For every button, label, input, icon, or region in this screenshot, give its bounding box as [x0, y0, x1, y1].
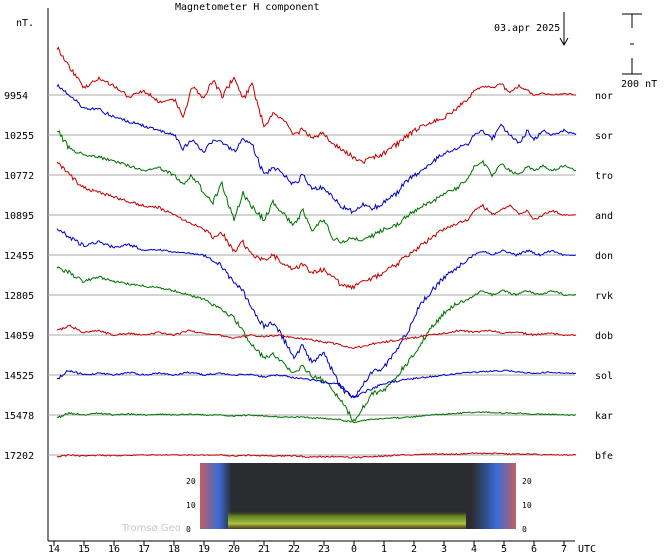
x-tick-label: 7 — [561, 544, 567, 555]
keogram-left-tick: 20 — [186, 477, 196, 486]
trace-dob — [56, 324, 577, 350]
x-tick-label: 20 — [228, 544, 240, 555]
scale-bar-label: 200 nT — [621, 79, 657, 90]
x-tick-label: 21 — [258, 544, 270, 555]
trace-nor — [56, 46, 576, 165]
x-tick-label: 19 — [198, 544, 210, 555]
baseline-value-and: 10895 — [4, 211, 34, 222]
station-label-sol: sol — [595, 371, 613, 382]
trace-sol — [56, 369, 577, 399]
baseline-value-dob: 14059 — [4, 331, 34, 342]
chart-title: Magnetometer H component — [175, 2, 320, 13]
x-tick-label: 14 — [48, 544, 60, 555]
x-tick-label: 0 — [351, 544, 357, 555]
scale-bar — [622, 13, 642, 75]
keogram-aurora-band — [228, 463, 466, 529]
station-label-nor: nor — [595, 91, 613, 102]
station-label-and: and — [595, 211, 613, 222]
keogram-left-tick: 0 — [186, 525, 191, 534]
x-tick-label: 23 — [318, 544, 330, 555]
current-time-arrow — [559, 12, 569, 47]
keogram-right-tick: 10 — [522, 501, 532, 510]
baseline-value-don: 12455 — [4, 251, 34, 262]
station-label-kar: kar — [595, 411, 613, 422]
baseline-value-nor: 9954 — [4, 91, 28, 102]
date-label: 03.apr 2025 — [494, 23, 560, 34]
trace-sor — [56, 83, 577, 215]
baseline-values: 9954 10255 10772 10895 12455 12805 14059 14525 1… — [4, 91, 34, 462]
baseline-value-tro: 10772 — [4, 171, 34, 182]
trace-tro — [56, 130, 577, 244]
keogram-left-tick: 10 — [186, 501, 196, 510]
x-tick-label: 6 — [531, 544, 537, 555]
keogram-inset: 0 0 10 10 20 20 — [180, 462, 535, 536]
x-tick-label: 15 — [78, 544, 90, 555]
x-tick-label: 5 — [501, 544, 507, 555]
station-label-rvk: rvk — [595, 291, 613, 302]
station-label-don: don — [595, 251, 613, 262]
station-label-sor: sor — [595, 131, 613, 142]
x-tick-label: 2 — [411, 544, 417, 555]
baseline-value-sol: 14525 — [4, 371, 34, 382]
trace-rvk — [56, 266, 577, 422]
x-unit-label: UTC — [578, 544, 596, 555]
x-tick-label: 3 — [441, 544, 447, 555]
x-tick-label: 16 — [108, 544, 120, 555]
baseline-value-sor: 10255 — [4, 131, 34, 142]
y-unit-label: nT. — [16, 18, 34, 29]
x-axis-ticks: 14 15 16 17 18 19 20 21 22 23 0 1 2 3 4 5 6 7 — [48, 541, 567, 555]
plot-frame — [47, 8, 575, 542]
station-label-tro: tro — [595, 171, 613, 182]
station-label-dob: dob — [595, 331, 613, 342]
trace-kar — [56, 411, 577, 424]
baseline-value-kar: 15478 — [4, 411, 34, 422]
x-tick-label: 18 — [168, 544, 180, 555]
baseline-value-rvk: 12805 — [4, 291, 34, 302]
baseline-gridlines — [48, 94, 575, 456]
x-tick-label: 17 — [138, 544, 150, 555]
baseline-value-bfe: 17202 — [4, 451, 34, 462]
station-label-bfe: bfe — [595, 451, 613, 462]
x-tick-label: 22 — [288, 544, 300, 555]
keogram-right-tick: 20 — [522, 477, 532, 486]
station-traces — [56, 46, 577, 459]
station-codes: nor sor tro and don rvk dob sol kar bfe — [595, 91, 613, 462]
x-tick-label: 4 — [471, 544, 477, 555]
trace-don — [56, 228, 577, 398]
keogram-right-tick: 0 — [522, 525, 527, 534]
magnetometer-chart: Magnetometer H component 03.apr 2025 nT.… — [4, 2, 657, 555]
x-tick-label: 1 — [381, 544, 387, 555]
